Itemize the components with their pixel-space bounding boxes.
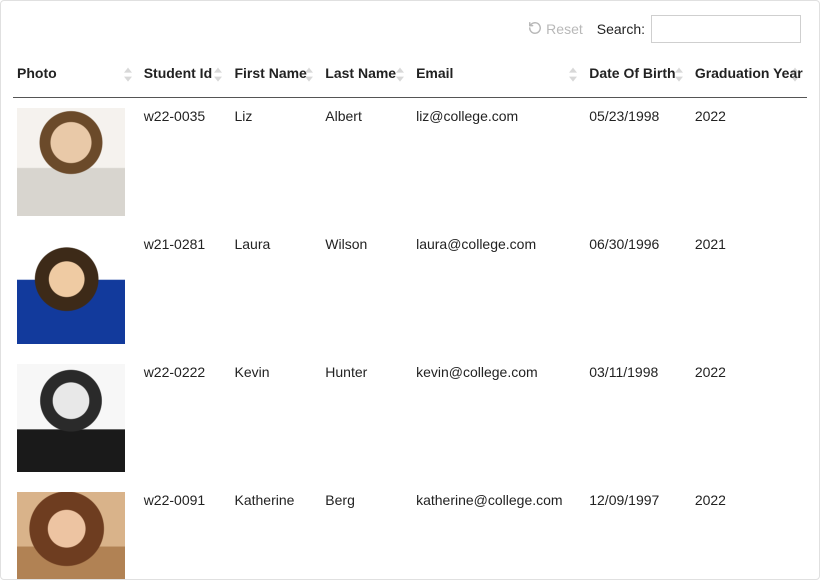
col-header-label: Email: [416, 65, 453, 81]
cell-dob: 06/30/1996: [585, 226, 691, 354]
cell-first-name: Liz: [230, 98, 321, 227]
sort-icon: [569, 68, 579, 82]
cell-student-id: w22-0222: [140, 354, 231, 482]
table-toolbar: Reset Search:: [13, 15, 807, 43]
cell-first-name: Laura: [230, 226, 321, 354]
cell-grad: 2022: [691, 98, 807, 227]
cell-last-name: Wilson: [321, 226, 412, 354]
col-header-last-name[interactable]: Last Name: [321, 55, 412, 98]
sort-icon: [305, 68, 315, 82]
cell-dob: 05/23/1998: [585, 98, 691, 227]
cell-email: katherine@college.com: [412, 482, 585, 580]
col-header-label: Graduation Year: [695, 65, 803, 81]
table-row: w22-0035 Liz Albert liz@college.com 05/2…: [13, 98, 807, 227]
cell-grad: 2022: [691, 482, 807, 580]
undo-icon: [528, 21, 542, 38]
cell-last-name: Albert: [321, 98, 412, 227]
table-row: w22-0222 Kevin Hunter kevin@college.com …: [13, 354, 807, 482]
cell-first-name: Katherine: [230, 482, 321, 580]
search-group: Search:: [597, 15, 801, 43]
cell-email: laura@college.com: [412, 226, 585, 354]
sort-icon: [214, 68, 224, 82]
col-header-first-name[interactable]: First Name: [230, 55, 321, 98]
cell-student-id: w22-0035: [140, 98, 231, 227]
col-header-dob[interactable]: Date Of Birth: [585, 55, 691, 98]
cell-grad: 2022: [691, 354, 807, 482]
cell-student-id: w21-0281: [140, 226, 231, 354]
student-photo: [17, 364, 125, 472]
reset-button[interactable]: Reset: [528, 21, 583, 38]
reset-label: Reset: [546, 21, 583, 37]
sort-icon: [124, 68, 134, 82]
col-header-student-id[interactable]: Student Id: [140, 55, 231, 98]
col-header-label: Date Of Birth: [589, 65, 675, 81]
cell-first-name: Kevin: [230, 354, 321, 482]
students-table: Photo Student Id First Name Last Name Em…: [13, 55, 807, 580]
col-header-grad-year[interactable]: Graduation Year: [691, 55, 807, 98]
student-photo: [17, 108, 125, 216]
cell-email: kevin@college.com: [412, 354, 585, 482]
students-table-panel: Reset Search: Photo Student Id First Nam…: [0, 0, 820, 580]
cell-dob: 12/09/1997: [585, 482, 691, 580]
sort-icon: [675, 68, 685, 82]
table-row: w21-0281 Laura Wilson laura@college.com …: [13, 226, 807, 354]
col-header-label: Last Name: [325, 65, 396, 81]
cell-grad: 2021: [691, 226, 807, 354]
student-photo: [17, 492, 125, 580]
col-header-label: Photo: [17, 65, 57, 81]
cell-last-name: Berg: [321, 482, 412, 580]
search-input[interactable]: [651, 15, 801, 43]
col-header-label: First Name: [234, 65, 306, 81]
cell-email: liz@college.com: [412, 98, 585, 227]
cell-last-name: Hunter: [321, 354, 412, 482]
sort-icon: [396, 68, 406, 82]
cell-dob: 03/11/1998: [585, 354, 691, 482]
table-header-row: Photo Student Id First Name Last Name Em…: [13, 55, 807, 98]
sort-icon: [791, 68, 801, 82]
col-header-email[interactable]: Email: [412, 55, 585, 98]
col-header-label: Student Id: [144, 65, 212, 81]
cell-student-id: w22-0091: [140, 482, 231, 580]
table-row: w22-0091 Katherine Berg katherine@colleg…: [13, 482, 807, 580]
col-header-photo[interactable]: Photo: [13, 55, 140, 98]
search-label: Search:: [597, 21, 645, 37]
student-photo: [17, 236, 125, 344]
